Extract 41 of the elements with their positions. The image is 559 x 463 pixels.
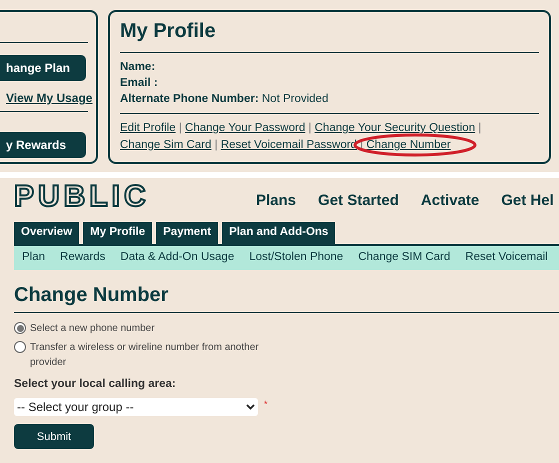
subnav-link[interactable]: Plan bbox=[22, 249, 46, 267]
subnav-link[interactable]: Lost/Stolen Phone bbox=[249, 249, 344, 267]
nav-link[interactable]: Plans bbox=[256, 190, 296, 212]
link-separator: | bbox=[477, 122, 482, 134]
profile-field: Email : bbox=[120, 75, 539, 91]
tab[interactable]: Plan and Add-Ons bbox=[222, 222, 336, 244]
nav-link[interactable]: Get Hel bbox=[501, 190, 554, 212]
radio-label: Transfer a wireless or wireline number from another provider bbox=[30, 341, 260, 370]
subnav-link[interactable]: Rewards bbox=[60, 249, 106, 267]
tab[interactable]: My Profile bbox=[83, 222, 152, 244]
profile-link[interactable]: Edit Profile bbox=[120, 122, 176, 134]
profile-link[interactable]: Change Sim Card bbox=[120, 139, 212, 151]
submit-button[interactable]: Submit bbox=[14, 424, 94, 450]
profile-title: My Profile bbox=[120, 16, 539, 53]
required-mark: * bbox=[264, 398, 268, 412]
link-separator: | bbox=[307, 122, 312, 134]
profile-link[interactable]: Change Number bbox=[366, 139, 451, 151]
tab[interactable]: Overview bbox=[14, 222, 80, 244]
radio-button[interactable] bbox=[14, 322, 26, 334]
group-select[interactable]: -- Select your group -- bbox=[14, 398, 258, 416]
tab[interactable]: Payment bbox=[156, 222, 218, 244]
chevron-icon bbox=[246, 404, 255, 410]
profile-link[interactable]: Change Your Security Question bbox=[314, 122, 476, 134]
profile-field: Alternate Phone Number: Not Provided bbox=[120, 91, 539, 107]
area-label: Select your local calling area: bbox=[14, 377, 177, 392]
subnav-link[interactable]: Change SIM Card bbox=[358, 249, 450, 267]
link-separator: | bbox=[214, 139, 219, 151]
page-title: Change Number bbox=[14, 280, 559, 313]
radio-button[interactable] bbox=[14, 341, 26, 353]
nav-link[interactable]: Get Started bbox=[318, 190, 399, 212]
brand-logo: PUBLIC bbox=[14, 182, 151, 212]
link-separator: | bbox=[178, 122, 183, 134]
usage-link[interactable]: View My Usage bbox=[0, 89, 96, 107]
nav-link[interactable]: Activate bbox=[420, 190, 480, 212]
sidebar-button[interactable]: y Rewards bbox=[0, 132, 86, 158]
profile-link[interactable]: Change Your Password bbox=[185, 122, 306, 134]
subnav-link[interactable]: Data & Add-On Usage bbox=[120, 249, 234, 267]
sidebar-button[interactable]: hange Plan bbox=[0, 55, 86, 81]
radio-label: Select a new phone number bbox=[30, 322, 155, 336]
profile-field: Name: bbox=[120, 59, 539, 75]
subnav-link[interactable]: Reset Voicemail bbox=[465, 249, 548, 267]
